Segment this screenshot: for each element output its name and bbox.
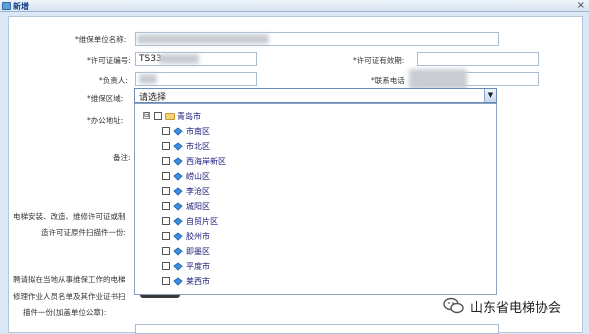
tree-item-label: 西海岸新区 <box>186 157 226 166</box>
checkbox[interactable] <box>162 202 170 210</box>
tree-item-label: 即墨区 <box>186 247 210 256</box>
tree-item-label: 崂山区 <box>186 172 210 181</box>
region-node-icon <box>173 277 183 286</box>
tree-item[interactable]: 即墨区 <box>135 245 435 259</box>
tree-root-row[interactable]: ⊟ 青岛市 <box>135 110 435 124</box>
tree-item-label: 莱西市 <box>186 277 210 286</box>
close-icon[interactable]: × <box>577 0 585 12</box>
tree-item-label: 胶州市 <box>186 232 210 241</box>
window-title: 新增 <box>13 2 29 11</box>
checkbox[interactable] <box>154 112 162 120</box>
region-node-icon <box>173 127 183 136</box>
checkbox[interactable] <box>162 217 170 225</box>
checkbox[interactable] <box>162 127 170 135</box>
tree-item[interactable]: 崂山区 <box>135 170 435 184</box>
address-label: *办公地址: <box>87 116 124 125</box>
region-node-icon <box>173 142 183 151</box>
scan-label-line2: 造许可证原件扫描件一份: <box>41 228 127 237</box>
license-valid-input[interactable] <box>417 52 539 66</box>
region-node-icon <box>173 247 183 256</box>
tree-item-label: 自贸片区 <box>186 217 218 226</box>
checkbox[interactable] <box>162 142 170 150</box>
tree-item[interactable]: 胶州市 <box>135 230 435 244</box>
folder-icon <box>165 113 175 120</box>
region-label: *维保区域: <box>87 94 124 103</box>
remark-label: 备注: <box>113 153 131 162</box>
tree-item-label: 李沧区 <box>186 187 210 196</box>
redaction <box>139 74 157 84</box>
checkbox[interactable] <box>162 187 170 195</box>
region-select-value: 请选择 <box>139 93 167 103</box>
window-titlebar: 新增 × <box>0 0 589 12</box>
checkbox[interactable] <box>162 172 170 180</box>
watermark-text: 山东省电梯协会 <box>470 301 562 316</box>
tree-item[interactable]: 市南区 <box>135 125 435 139</box>
license-valid-label: *许可证有效期: <box>353 56 405 65</box>
region-node-icon <box>173 202 183 211</box>
checkbox[interactable] <box>162 247 170 255</box>
tree-item[interactable]: 西海岸新区 <box>135 155 435 169</box>
window-icon <box>2 2 11 10</box>
tree-item-label: 平度市 <box>186 262 210 271</box>
region-dropdown-tree: ⊟ 青岛市 市南区市北区西海岸新区崂山区李沧区城阳区自贸片区胶州市即墨区平度市莱… <box>134 103 497 295</box>
unit-name-label: *维保单位名称: <box>75 35 127 44</box>
redaction <box>409 69 467 89</box>
checkbox[interactable] <box>162 157 170 165</box>
phone-label: *联系电话 <box>371 76 405 85</box>
region-select[interactable]: 请选择 ▼ <box>134 88 497 103</box>
tree-item[interactable]: 城阳区 <box>135 200 435 214</box>
wechat-logo-icon <box>443 297 464 314</box>
region-node-icon <box>173 187 183 196</box>
tree-node-label: 青岛市 <box>177 112 201 121</box>
staff-label-line1: 聘请拟在当地从事维保工作的电梯 <box>13 275 126 284</box>
staff-label-line3: 描件一份(加盖单位公章): <box>23 308 107 317</box>
checkbox[interactable] <box>162 262 170 270</box>
tree-item[interactable]: 市北区 <box>135 140 435 154</box>
tree-item[interactable]: 自贸片区 <box>135 215 435 229</box>
region-node-icon <box>173 217 183 226</box>
tree-item[interactable]: 莱西市 <box>135 275 435 289</box>
tree-item-label: 市南区 <box>186 127 210 136</box>
manager-label: *负责人: <box>99 76 128 85</box>
tree-item-label: 城阳区 <box>186 202 210 211</box>
tree-item-label: 市北区 <box>186 142 210 151</box>
scan-label-line1: 电梯安装、改造、维修许可证或制 <box>13 212 126 221</box>
region-node-icon <box>173 232 183 241</box>
license-no-label: *许可证编号: <box>87 56 131 65</box>
checkbox[interactable] <box>162 232 170 240</box>
tree-item[interactable]: 李沧区 <box>135 185 435 199</box>
region-node-icon <box>173 157 183 166</box>
staff-label-line2: 修理作业人员名单及其作业证书扫 <box>13 292 126 301</box>
redaction <box>137 34 269 44</box>
redaction <box>159 54 199 64</box>
tree-item[interactable]: 平度市 <box>135 260 435 274</box>
chevron-down-icon[interactable]: ▼ <box>484 89 496 102</box>
checkbox[interactable] <box>162 277 170 285</box>
region-node-icon <box>173 172 183 181</box>
region-node-icon <box>173 262 183 271</box>
collapse-icon[interactable]: ⊟ <box>143 112 150 119</box>
